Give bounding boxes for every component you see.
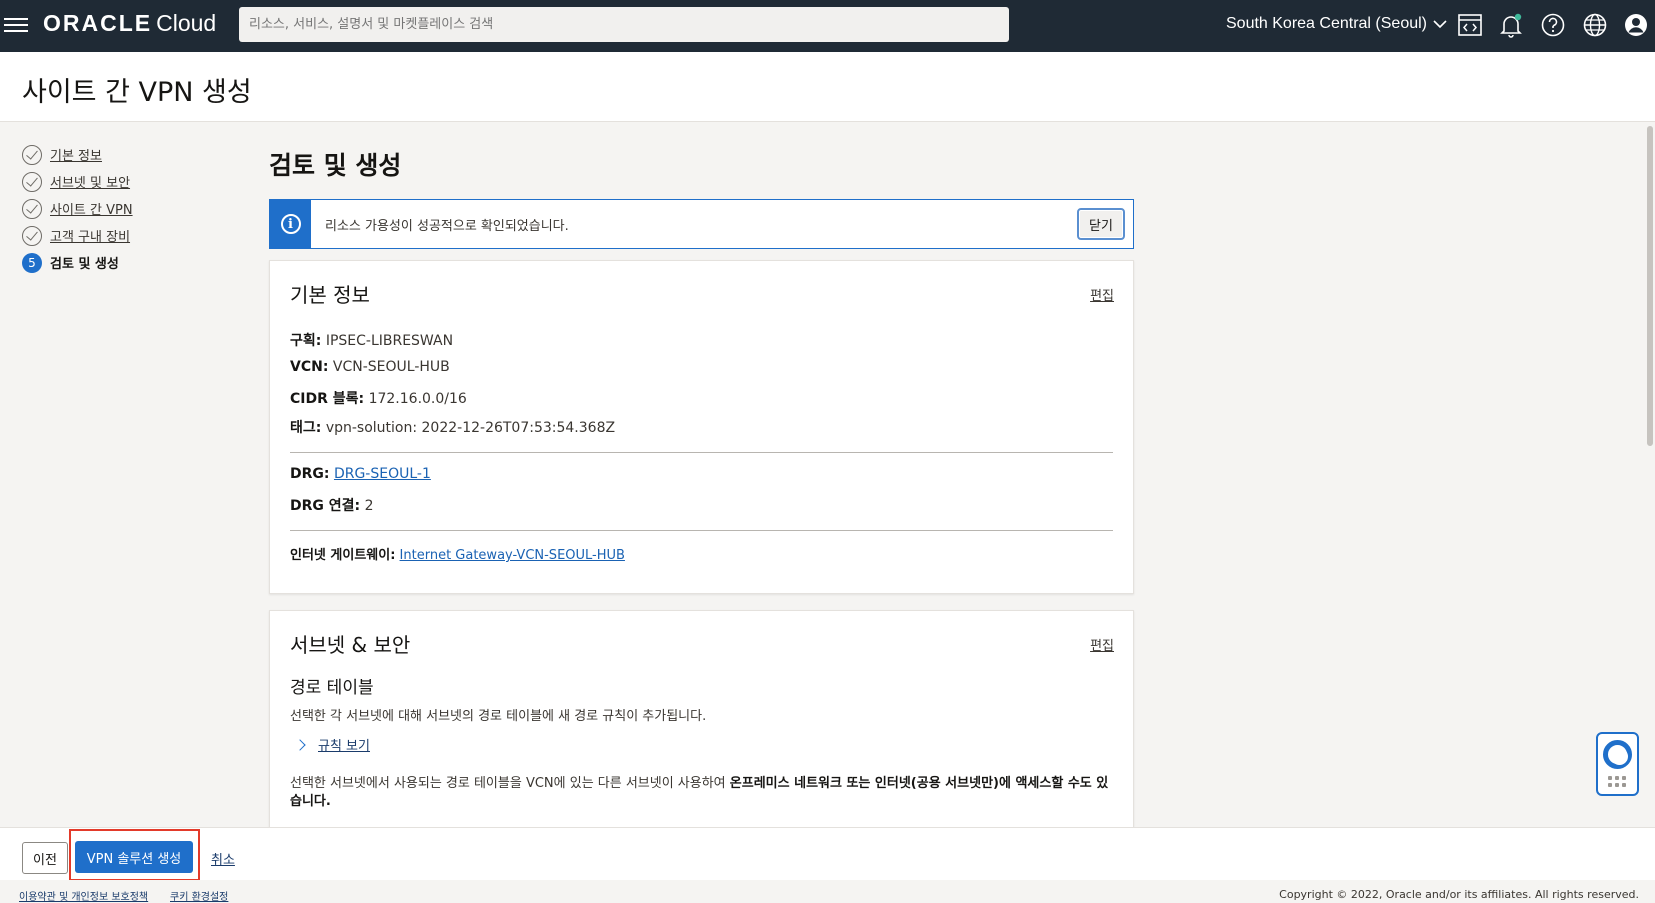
chevron-down-icon <box>1433 20 1447 29</box>
oracle-cloud-logo[interactable]: ORACLE Cloud <box>43 10 216 37</box>
info-icon: i <box>280 214 301 234</box>
wizard-steps: 기본 정보 서브넷 및 보안 사이트 간 VPN 고객 구내 장비 5 검토 및 … <box>22 141 133 276</box>
step-cpe[interactable]: 고객 구내 장비 <box>22 222 133 249</box>
kv-key: 인터넷 게이트웨이: <box>290 548 396 563</box>
drg-link[interactable]: DRG-SEOUL-1 <box>334 466 431 482</box>
menu-icon[interactable] <box>4 14 28 36</box>
subnet-security-card: 서브넷 & 보안 편집 경로 테이블 선택한 각 서브넷에 대해 서브넷의 경로… <box>269 610 1134 830</box>
vcn-row: VCN: VCN-SEOUL-HUB <box>290 359 450 375</box>
route-table-description: 선택한 각 서브넷에 대해 서브넷의 경로 테이블에 새 경로 규칙이 추가됩니… <box>290 709 707 724</box>
drg-attachment-row: DRG 연결: 2 <box>290 495 374 515</box>
step-label[interactable]: 사이트 간 VPN <box>50 199 133 218</box>
page-title: 사이트 간 VPN 생성 <box>22 77 252 108</box>
banner-message: 리소스 가용성이 성공적으로 확인되었습니다. <box>325 218 569 234</box>
previous-button[interactable]: 이전 <box>22 842 68 874</box>
edit-subnet-security-link[interactable]: 편집 <box>1090 635 1114 654</box>
terms-privacy-link[interactable]: 이용약관 및 개인정보 보호정책 <box>19 888 148 903</box>
cookie-preferences-link[interactable]: 쿠키 환경설정 <box>170 888 228 903</box>
check-circle-icon <box>22 144 42 165</box>
internet-gateway-link[interactable]: Internet Gateway-VCN-SEOUL-HUB <box>400 548 625 563</box>
card-title: 서브넷 & 보안 <box>290 633 411 657</box>
kv-key: 구획: <box>290 333 322 349</box>
cancel-link[interactable]: 취소 <box>211 849 235 868</box>
wizard-action-bar: 이전 VPN 솔루션 생성 취소 <box>0 827 1655 881</box>
cidr-row: CIDR 블록: 172.16.0.0/16 <box>290 388 467 408</box>
language-globe-icon[interactable] <box>1582 12 1608 38</box>
lifebuoy-icon <box>1603 740 1632 769</box>
step-label-active: 검토 및 생성 <box>50 257 119 272</box>
region-selector[interactable]: South Korea Central (Seoul) <box>1226 15 1447 33</box>
kv-key: DRG: <box>290 466 330 482</box>
logo-cloud-text: Cloud <box>156 10 217 36</box>
kv-value: VCN-SEOUL-HUB <box>332 359 450 375</box>
kv-value: IPSEC-LIBRESWAN <box>325 333 454 349</box>
info-icon-box: i <box>270 200 311 248</box>
create-vpn-solution-button[interactable]: VPN 솔루션 생성 <box>75 841 193 873</box>
kv-value: 172.16.0.0/16 <box>368 391 467 407</box>
section-title: 검토 및 생성 <box>269 151 402 180</box>
page-footer: 이용약관 및 개인정보 보호정책 쿠키 환경설정 Copyright © 202… <box>0 880 1655 903</box>
kv-key: CIDR 블록: <box>290 391 365 407</box>
compartment-row: 구획: IPSEC-LIBRESWAN <box>290 330 453 350</box>
drg-row: DRG: DRG-SEOUL-1 <box>290 466 431 482</box>
kv-value: vpn-solution: 2022-12-26T07:53:54.368Z <box>325 420 616 436</box>
page-scrollbar[interactable] <box>1645 122 1655 827</box>
view-rules-toggle[interactable]: 규칙 보기 <box>294 735 370 754</box>
banner-close-button[interactable]: 닫기 <box>1077 208 1125 240</box>
grid-dots-icon <box>1608 776 1630 787</box>
step-basic-info[interactable]: 기본 정보 <box>22 141 133 168</box>
check-circle-icon <box>22 171 42 192</box>
logo-oracle-text: ORACLE <box>43 10 153 36</box>
step-subnet-security[interactable]: 서브넷 및 보안 <box>22 168 133 195</box>
search-input[interactable] <box>239 7 1009 42</box>
internet-gateway-row: 인터넷 게이트웨이: Internet Gateway-VCN-SEOUL-HU… <box>290 544 625 563</box>
step-label[interactable]: 서브넷 및 보안 <box>50 172 130 191</box>
check-circle-icon <box>22 198 42 219</box>
region-label: South Korea Central (Seoul) <box>1226 15 1427 32</box>
step-number-badge: 5 <box>22 252 42 273</box>
kv-key: 태그: <box>290 420 322 436</box>
page-header: 사이트 간 VPN 생성 <box>0 52 1655 122</box>
note-text: 선택한 서브넷에서 사용되는 경로 테이블을 VCN에 있는 다른 서브넷이 사… <box>290 776 730 791</box>
copyright-text: Copyright © 2022, Oracle and/or its affi… <box>1279 888 1639 901</box>
basic-info-card: 기본 정보 편집 구획: IPSEC-LIBRESWAN VCN: VCN-SE… <box>269 260 1134 594</box>
notifications-bell-icon[interactable] <box>1498 12 1524 38</box>
help-widget[interactable] <box>1596 732 1639 796</box>
user-profile-icon[interactable] <box>1623 12 1649 38</box>
tag-row: 태그: vpn-solution: 2022-12-26T07:53:54.36… <box>290 417 615 437</box>
top-navigation-bar: ORACLECloud South Korea Central (Seoul) <box>0 0 1655 52</box>
code-editor-icon[interactable] <box>1457 12 1483 38</box>
card-title: 기본 정보 <box>290 283 370 307</box>
edit-basic-info-link[interactable]: 편집 <box>1090 285 1114 304</box>
help-question-icon[interactable] <box>1540 12 1566 38</box>
kv-value: 2 <box>364 498 374 514</box>
kv-key: VCN: <box>290 359 329 375</box>
chevron-right-icon <box>294 738 306 751</box>
kv-key: DRG 연결: <box>290 498 361 514</box>
route-table-note: 선택한 서브넷에서 사용되는 경로 테이블을 VCN에 있는 다른 서브넷이 사… <box>290 775 1115 811</box>
divider <box>290 452 1113 453</box>
divider <box>290 530 1113 531</box>
step-label[interactable]: 기본 정보 <box>50 145 102 164</box>
route-table-heading: 경로 테이블 <box>290 678 374 698</box>
step-review-create: 5 검토 및 생성 <box>22 249 133 276</box>
info-banner: i 리소스 가용성이 성공적으로 확인되었습니다. 닫기 <box>269 199 1134 249</box>
check-circle-icon <box>22 225 42 246</box>
step-label[interactable]: 고객 구내 장비 <box>50 226 130 245</box>
view-rules-link[interactable]: 규칙 보기 <box>318 735 370 754</box>
scrollbar-thumb[interactable] <box>1647 126 1653 446</box>
step-site-to-site-vpn[interactable]: 사이트 간 VPN <box>22 195 133 222</box>
